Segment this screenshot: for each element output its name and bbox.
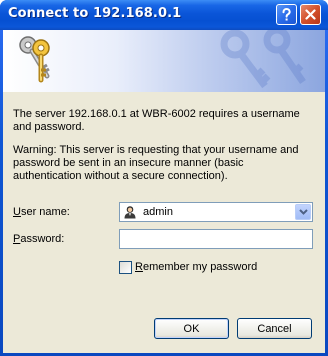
password-field[interactable]	[119, 229, 313, 249]
chevron-down-icon	[298, 209, 308, 215]
username-accesskey: U	[13, 206, 21, 218]
username-combobox[interactable]: admin	[119, 202, 313, 222]
help-button[interactable]	[276, 4, 297, 25]
remember-password-checkbox[interactable]	[119, 261, 132, 274]
server-message: The server 192.168.0.1 at WBR-6002 requi…	[13, 108, 300, 133]
dialog-client-area: The server 192.168.0.1 at WBR-6002 requi…	[3, 30, 325, 353]
username-value[interactable]: admin	[143, 206, 173, 218]
remember-accesskey: R	[135, 261, 143, 273]
username-label: User name:	[13, 206, 70, 218]
password-label: Password:	[13, 233, 64, 245]
remember-password-label[interactable]: Remember my password	[135, 261, 257, 273]
cancel-button[interactable]: Cancel	[237, 318, 312, 339]
close-button[interactable]	[300, 4, 321, 25]
question-mark-icon	[282, 7, 291, 20]
security-warning: Warning: This server is requesting that …	[13, 144, 299, 182]
login-dialog-window: Connect to 192.168.0.1 The server 192.16…	[0, 0, 328, 356]
keys-icon	[19, 36, 50, 83]
window-title: Connect to 192.168.0.1	[8, 6, 182, 21]
title-bar[interactable]: Connect to 192.168.0.1	[0, 0, 328, 30]
username-dropdown-button[interactable]	[295, 204, 311, 220]
ok-button[interactable]: OK	[154, 318, 229, 339]
keys-watermark-icon	[220, 30, 306, 89]
remember-label-text: emember my password	[142, 261, 258, 273]
banner	[3, 30, 325, 92]
user-icon	[124, 206, 136, 219]
username-label-text: ser name:	[20, 206, 70, 218]
password-label-text: assword:	[20, 233, 65, 245]
close-icon	[305, 9, 316, 20]
